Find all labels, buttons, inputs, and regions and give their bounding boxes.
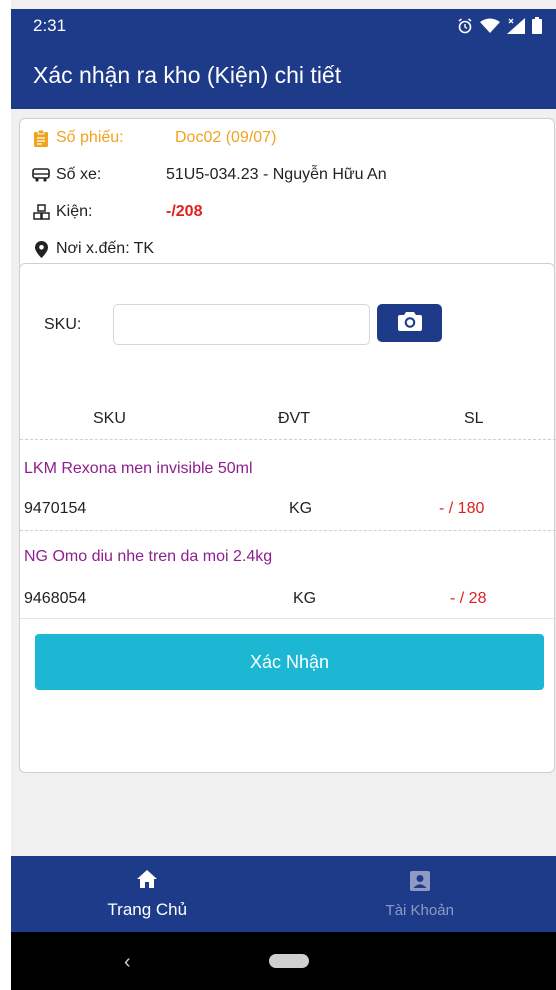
nav-label-account: Tài Khoản <box>385 901 454 919</box>
status-icons <box>457 17 542 34</box>
page-title: Xác nhận ra kho (Kiện) chi tiết <box>33 62 342 88</box>
item-code: 9470154 <box>24 500 87 517</box>
home-gesture-pill[interactable] <box>269 954 309 968</box>
system-navigation-bar: ‹ <box>11 932 556 990</box>
item-unit: KG <box>289 500 313 517</box>
column-header-sku: SKU <box>93 410 126 427</box>
nav-item-home[interactable]: Trang Chủ <box>11 856 284 932</box>
nav-label-home: Trang Chủ <box>107 899 188 919</box>
home-icon <box>136 869 158 894</box>
sku-label: SKU: <box>44 316 82 333</box>
bus-icon <box>32 166 50 184</box>
wifi-icon <box>480 18 500 34</box>
truck-row: Số xe: 51U5-034.23 - Nguyễn Hữu An <box>32 166 387 184</box>
status-bar: 2:31 <box>11 9 556 42</box>
app-bar: Xác nhận ra kho (Kiện) chi tiết <box>11 42 556 109</box>
destination-row: Nơi x.đến: TK <box>32 240 154 258</box>
package-label: Kiện: <box>56 203 93 220</box>
truck-value: 51U5-034.23 - Nguyễn Hữu An <box>166 166 387 183</box>
column-header-unit: ĐVT <box>278 410 310 427</box>
sku-input[interactable] <box>113 304 370 345</box>
destination-value: TK <box>133 240 155 257</box>
item-code: 9468054 <box>24 590 87 607</box>
divider <box>20 439 556 440</box>
divider <box>20 618 556 619</box>
package-value: -/208 <box>166 203 203 220</box>
sku-card: SKU: SKU ĐVT SL LKM Rexona men invisible… <box>19 263 556 773</box>
clipboard-icon <box>32 129 50 147</box>
bottom-navigation: Trang Chủ Tài Khoản <box>11 856 556 932</box>
camera-icon <box>397 311 422 336</box>
doc-number-value: Doc02 (09/07) <box>175 129 277 146</box>
doc-number-row: Số phiếu: Doc02 (09/07) <box>32 129 276 147</box>
alarm-icon <box>457 17 473 34</box>
item-name: NG Omo diu nhe tren da moi 2.4kg <box>24 548 273 565</box>
signal-icon <box>507 17 525 34</box>
confirm-button[interactable]: Xác Nhận <box>35 634 544 690</box>
battery-icon <box>532 17 542 34</box>
doc-number-label: Số phiếu: <box>56 129 124 146</box>
nav-item-account[interactable]: Tài Khoản <box>284 856 556 932</box>
table-header: SKU ĐVT SL <box>20 410 556 438</box>
status-time: 2:31 <box>33 15 67 35</box>
item-quantity: - / 180 <box>439 500 485 517</box>
scan-camera-button[interactable] <box>377 304 442 342</box>
app-screen: 2:31 Xác nhận ra kho (Kiện) chi tiết Số <box>11 0 556 990</box>
document-info-card: Số phiếu: Doc02 (09/07) Số xe: 51U5-034.… <box>19 118 555 275</box>
packages-icon <box>32 203 50 221</box>
item-quantity: - / 28 <box>450 590 487 607</box>
destination-label: Nơi x.đến: <box>56 240 130 257</box>
column-header-qty: SL <box>464 410 484 427</box>
item-unit: KG <box>293 590 317 607</box>
back-icon[interactable]: ‹ <box>124 951 131 974</box>
package-row: Kiện: -/208 <box>32 203 202 221</box>
item-name: LKM Rexona men invisible 50ml <box>24 460 253 477</box>
location-pin-icon <box>32 240 50 258</box>
truck-label: Số xe: <box>56 166 102 183</box>
divider <box>20 530 556 531</box>
account-icon <box>409 870 431 896</box>
